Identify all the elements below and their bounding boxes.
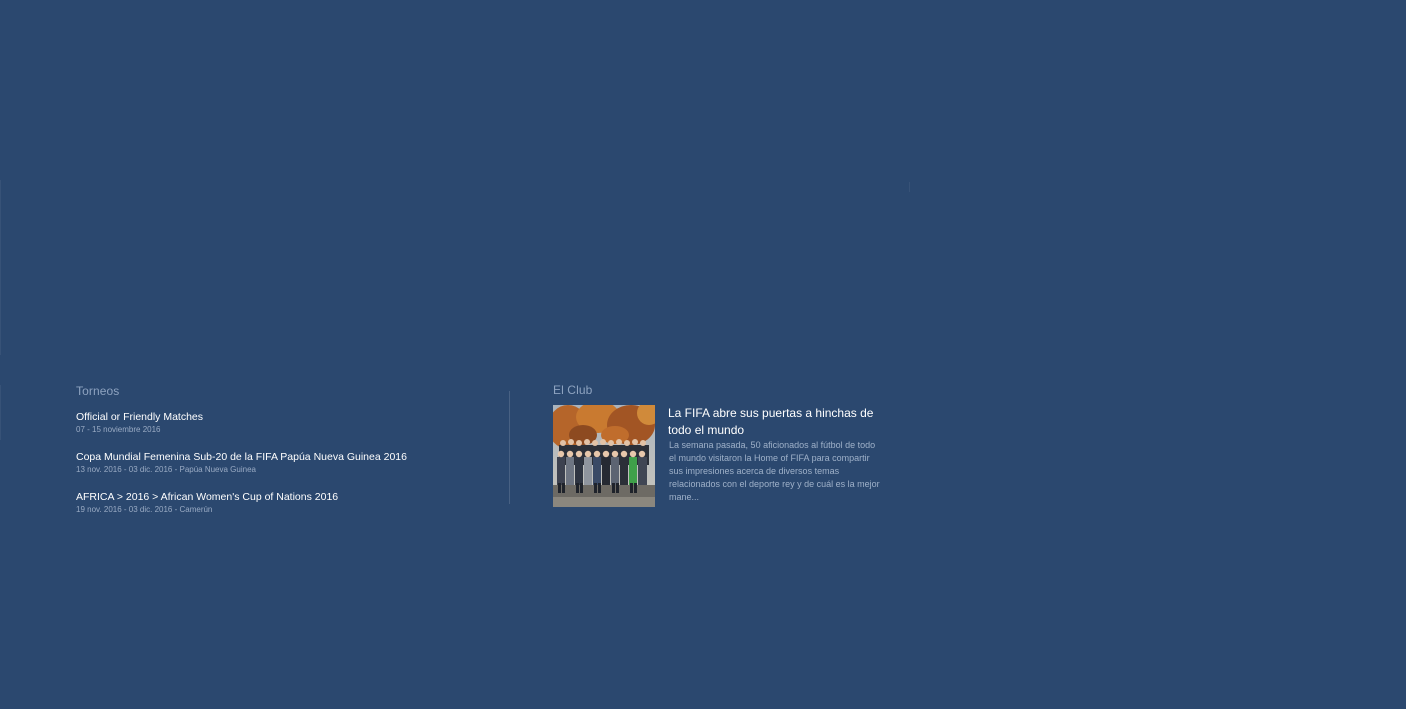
section-divider — [509, 391, 510, 504]
tournaments-title: Torneos — [76, 384, 120, 398]
tournament-item[interactable]: Official or Friendly Matches 07 - 15 nov… — [76, 410, 496, 435]
club-news-image[interactable] — [553, 405, 655, 507]
tournament-item[interactable]: Copa Mundial Femenina Sub-20 de la FIFA … — [76, 450, 496, 475]
tournament-name[interactable]: Copa Mundial Femenina Sub-20 de la FIFA … — [76, 450, 496, 464]
tournament-name[interactable]: Official or Friendly Matches — [76, 410, 496, 424]
tournament-name[interactable]: AFRICA > 2016 > African Women's Cup of N… — [76, 490, 496, 504]
group-photo-image — [553, 405, 655, 507]
tournament-list: Official or Friendly Matches 07 - 15 nov… — [76, 410, 496, 530]
club-title: El Club — [553, 383, 593, 397]
tournament-meta: 19 nov. 2016 - 03 dic. 2016 - Camerún — [76, 505, 213, 514]
club-news-headline[interactable]: La FIFA abre sus puertas a hinchas de to… — [668, 405, 883, 439]
left-edge-line — [0, 180, 1, 355]
center-edge-mark — [909, 182, 910, 192]
tournament-meta: 07 - 15 noviembre 2016 — [76, 425, 161, 434]
tournament-item[interactable]: AFRICA > 2016 > African Women's Cup of N… — [76, 490, 496, 515]
tournament-meta: 13 nov. 2016 - 03 dic. 2016 - Papúa Nuev… — [76, 465, 256, 474]
left-edge-line-lower — [0, 385, 1, 440]
club-news-excerpt: La semana pasada, 50 aficionados al fútb… — [669, 440, 880, 502]
